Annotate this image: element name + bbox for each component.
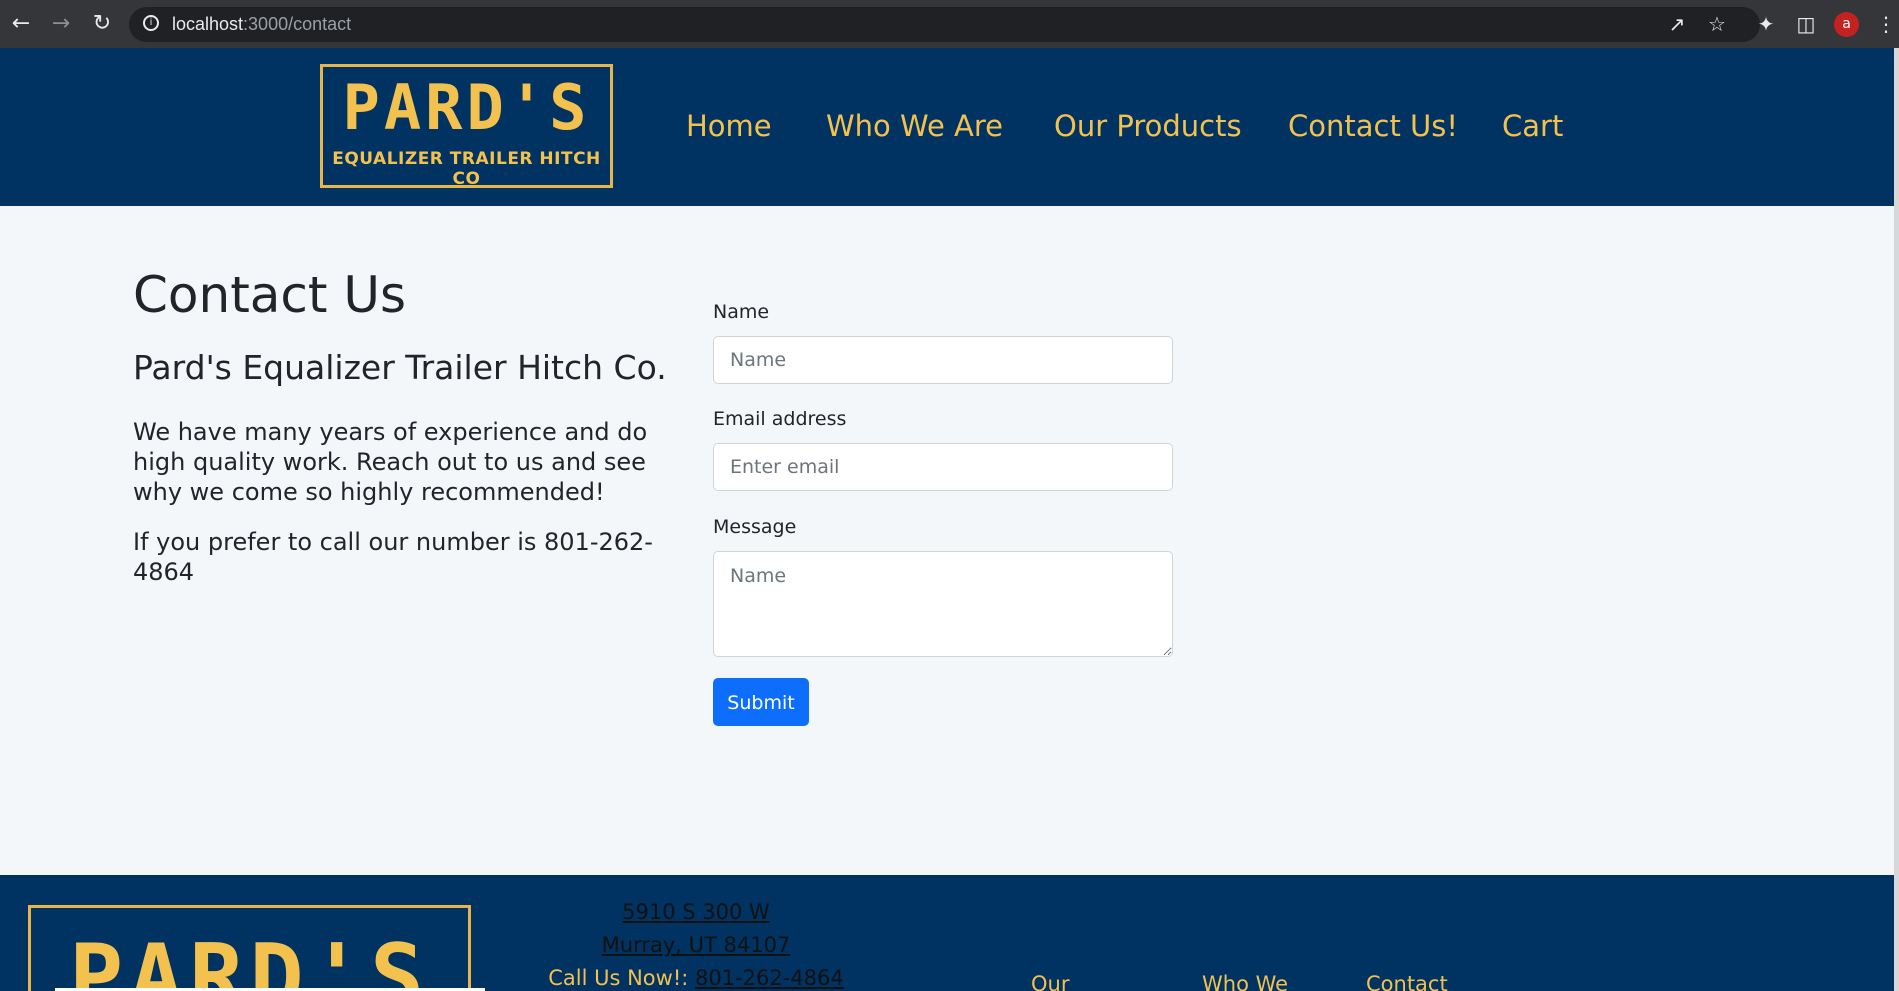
site-info-icon[interactable]: i: [143, 15, 159, 31]
address-line2-link[interactable]: Murray, UT 84107: [602, 933, 791, 957]
footer-call: Call Us Now!: 801-262-4864: [520, 963, 872, 991]
address-line1-link[interactable]: 5910 S 300 W: [622, 900, 770, 924]
name-input[interactable]: [713, 336, 1173, 384]
footer-nav-who-we-are[interactable]: Who We: [1202, 969, 1288, 991]
menu-kebab-icon[interactable]: ⋮: [1872, 10, 1899, 38]
phone-note: If you prefer to call our number is 801-…: [133, 528, 653, 586]
company-name: Pard's Equalizer Trailer Hitch Co.: [133, 348, 667, 387]
browser-toolbar: ← → ↻ i localhost:3000/contact ↗ ☆ ✦ ◫ a…: [0, 0, 1899, 48]
call-label: Call Us Now!:: [548, 966, 689, 990]
url-path: :3000/contact: [243, 14, 352, 34]
bookmark-star-icon[interactable]: ☆: [1703, 10, 1731, 38]
side-panel-icon[interactable]: ◫: [1792, 10, 1820, 38]
page-title: Contact Us: [133, 266, 407, 324]
profile-avatar[interactable]: a: [1834, 12, 1859, 37]
call-number-link[interactable]: 801-262-4864: [695, 966, 844, 990]
nav-cart[interactable]: Cart: [1502, 106, 1563, 146]
message-label: Message: [713, 516, 797, 538]
footer-address-line1: 5910 S 300 W: [520, 897, 872, 927]
footer-nav-contact[interactable]: Contact: [1366, 969, 1448, 991]
site-header: PARD'S EQUALIZER TRAILER HITCH CO Home W…: [0, 48, 1894, 206]
share-icon[interactable]: ↗: [1663, 10, 1691, 38]
footer-address-line2: Murray, UT 84107: [520, 930, 872, 960]
about-blurb: We have many years of experience and do …: [133, 418, 648, 506]
name-label: Name: [713, 301, 770, 323]
footer-nav-our-products[interactable]: Our: [1031, 969, 1069, 991]
logo-wordmark: PARD'S: [342, 71, 591, 144]
page-scrollbar[interactable]: [1894, 48, 1899, 991]
footer-logo[interactable]: PARD'S: [28, 905, 471, 991]
back-arrow-icon[interactable]: ←: [7, 10, 35, 38]
extensions-puzzle-icon[interactable]: ✦: [1752, 10, 1780, 38]
submit-button[interactable]: Submit: [713, 678, 809, 726]
forward-arrow-icon[interactable]: →: [47, 10, 75, 38]
nav-our-products[interactable]: Our Products: [1054, 106, 1242, 146]
message-textarea[interactable]: [713, 551, 1173, 657]
pards-logo[interactable]: PARD'S EQUALIZER TRAILER HITCH CO: [320, 64, 613, 189]
nav-contact-us[interactable]: Contact Us!: [1288, 106, 1458, 146]
email-input[interactable]: [713, 443, 1173, 491]
address-bar[interactable]: [129, 7, 1760, 42]
nav-home[interactable]: Home: [686, 106, 772, 146]
email-label: Email address: [713, 408, 847, 430]
logo-tagline: EQUALIZER TRAILER HITCH CO: [332, 149, 601, 189]
reload-icon[interactable]: ↻: [88, 10, 116, 38]
nav-who-we-are[interactable]: Who We Are: [826, 106, 1003, 146]
url-host: localhost: [172, 14, 244, 34]
site-footer: PARD'S 5910 S 300 W Murray, UT 84107 Cal…: [0, 875, 1894, 991]
footer-logo-wordmark: PARD'S: [68, 925, 431, 991]
url-text[interactable]: localhost:3000/contact: [172, 9, 351, 39]
